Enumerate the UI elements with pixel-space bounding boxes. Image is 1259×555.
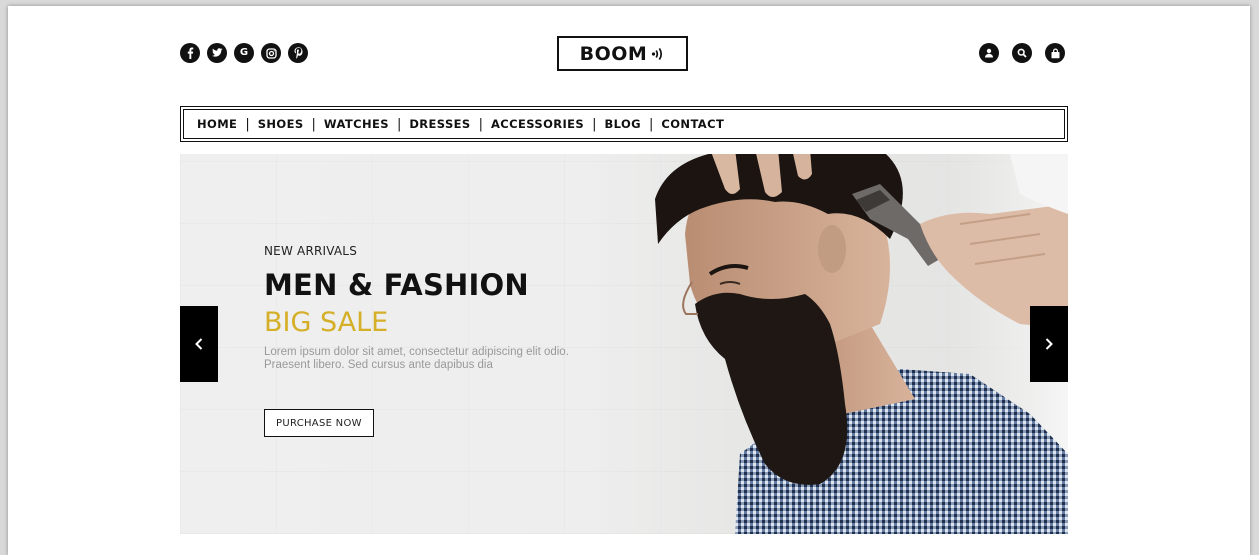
nav-separator: | bbox=[396, 116, 402, 132]
pinterest-icon[interactable] bbox=[288, 43, 308, 63]
site-logo[interactable]: BOOM bbox=[557, 36, 688, 71]
nav-separator: | bbox=[311, 116, 316, 132]
nav-item-contact[interactable]: CONTACT bbox=[661, 117, 724, 131]
nav-item-dresses[interactable]: DRESSES bbox=[409, 117, 470, 131]
nav-separator: | bbox=[649, 116, 654, 132]
shopping-bag-icon[interactable] bbox=[1045, 43, 1065, 63]
facebook-icon[interactable] bbox=[180, 43, 200, 63]
google-icon[interactable]: G bbox=[234, 43, 254, 63]
main-nav-inner: HOME | SHOES | WATCHES | DRESSES | ACCES… bbox=[183, 109, 1065, 139]
chevron-right-icon bbox=[1045, 338, 1053, 350]
nav-item-accessories[interactable]: ACCESSORIES bbox=[491, 117, 584, 131]
hero-description: Lorem ipsum dolor sit amet, consectetur … bbox=[264, 346, 569, 371]
hero-slider: NEW ARRIVALS MEN & FASHION BIG SALE Lore… bbox=[180, 154, 1068, 534]
hero-headline: MEN & FASHION bbox=[264, 268, 529, 302]
sound-waves-icon bbox=[651, 46, 665, 62]
main-nav: HOME | SHOES | WATCHES | DRESSES | ACCES… bbox=[180, 106, 1068, 142]
header-actions bbox=[979, 43, 1065, 63]
user-icon[interactable] bbox=[979, 43, 999, 63]
nav-separator: | bbox=[478, 116, 483, 132]
hero-kicker: NEW ARRIVALS bbox=[264, 244, 358, 258]
twitter-icon[interactable] bbox=[207, 43, 227, 63]
nav-item-home[interactable]: HOME bbox=[197, 117, 237, 131]
social-links: G bbox=[180, 43, 308, 63]
search-icon[interactable] bbox=[1012, 43, 1032, 63]
purchase-now-button[interactable]: PURCHASE NOW bbox=[264, 409, 374, 437]
instagram-icon[interactable] bbox=[261, 43, 281, 63]
slider-next-button[interactable] bbox=[1030, 306, 1068, 382]
nav-separator: | bbox=[592, 116, 597, 132]
chevron-left-icon bbox=[195, 338, 203, 350]
hero-content: NEW ARRIVALS MEN & FASHION BIG SALE Lore… bbox=[264, 244, 604, 372]
google-glyph: G bbox=[239, 47, 249, 58]
nav-item-shoes[interactable]: SHOES bbox=[258, 117, 304, 131]
slider-prev-button[interactable] bbox=[180, 306, 218, 382]
logo-text: BOOM bbox=[579, 42, 648, 65]
nav-item-blog[interactable]: BLOG bbox=[605, 117, 642, 131]
nav-separator: | bbox=[245, 116, 250, 132]
hero-subhead: BIG SALE bbox=[264, 307, 389, 338]
nav-item-watches[interactable]: WATCHES bbox=[324, 117, 389, 131]
